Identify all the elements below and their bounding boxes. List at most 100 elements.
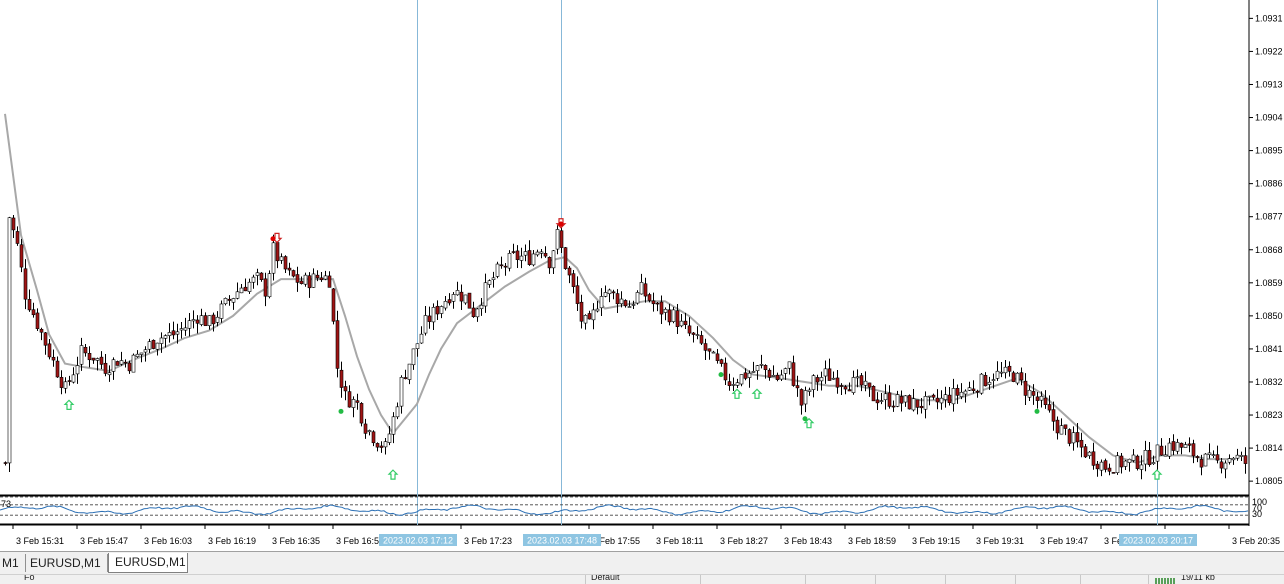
candle <box>879 392 884 405</box>
bull-candle-body <box>751 371 756 373</box>
candle <box>1059 418 1064 435</box>
bear-candle-body <box>899 396 904 404</box>
tab-eurusd-m1[interactable]: EURUSD,M1 <box>24 554 108 572</box>
candle <box>667 303 672 326</box>
bear-candle-body <box>723 362 728 381</box>
bull-candle-body <box>271 242 276 274</box>
bull-candle-body <box>551 250 556 269</box>
bull-candle-body <box>679 320 684 327</box>
bull-candle-body <box>943 394 948 400</box>
candle <box>543 246 548 258</box>
price-tick-label: 1.0877 <box>1255 212 1283 222</box>
candle <box>979 373 984 395</box>
candle <box>191 310 196 329</box>
bull-candle-body <box>923 396 928 410</box>
bull-candle-body <box>987 381 992 385</box>
candle <box>631 300 636 310</box>
candle <box>511 243 516 254</box>
bear-candle-body <box>435 305 440 315</box>
buy-arrow-icon <box>1151 469 1163 480</box>
bull-candle-body <box>487 280 492 285</box>
candle <box>551 249 556 275</box>
bear-candle-body <box>511 251 516 253</box>
bear-candle-body <box>567 267 572 276</box>
bear-candle-body <box>675 310 680 328</box>
bull-candle-body <box>1151 462 1156 465</box>
candle <box>1099 459 1104 477</box>
candle <box>827 358 832 381</box>
candle <box>255 268 260 286</box>
bull-candle-body <box>107 372 112 376</box>
time-tick-label: 3 Feb 19:15 <box>912 536 960 546</box>
bull-candle-body <box>783 368 788 374</box>
candle <box>691 331 696 343</box>
price-tick-label: 1.0886 <box>1255 179 1283 189</box>
bull-candle-body <box>215 316 220 323</box>
candle <box>1003 360 1008 379</box>
candle <box>407 363 412 385</box>
candle <box>1183 441 1188 448</box>
bear-candle-body <box>763 365 768 370</box>
buy-arrow-icon <box>731 388 743 399</box>
bull-candle-body <box>451 294 456 302</box>
candle <box>1143 440 1148 472</box>
status-traffic-text: 19/11 kb <box>1181 574 1215 582</box>
candle <box>71 367 76 384</box>
bear-candle-body <box>815 377 820 383</box>
bull-candle-body <box>423 315 428 334</box>
candle <box>155 342 160 356</box>
bear-candle-body <box>211 314 216 325</box>
bear-candle-body <box>835 377 840 388</box>
candle <box>239 284 244 294</box>
candle <box>503 262 508 276</box>
bear-candle-body <box>67 380 72 382</box>
bull-candle-body <box>995 370 1000 379</box>
bear-candle-body <box>27 299 32 311</box>
candle <box>87 346 92 368</box>
bull-candle-body <box>1167 442 1172 457</box>
candle <box>195 315 200 334</box>
price-chart[interactable]: 73 100 70 30 1.0931 1.0922 1.0913 1.0904 1.0895… <box>0 0 1284 550</box>
candle <box>1103 458 1108 473</box>
bull-candle-body <box>1003 366 1008 374</box>
candle <box>495 261 500 279</box>
candle <box>723 357 728 385</box>
bear-candle-body <box>355 400 360 403</box>
price-tick-label: 1.0931 <box>1255 13 1283 23</box>
bull-candle-body <box>255 272 260 276</box>
candle <box>651 292 656 312</box>
bear-candle-body <box>363 423 368 434</box>
candle <box>547 256 552 274</box>
bull-candle-body <box>1155 444 1160 462</box>
candle <box>1135 454 1140 471</box>
candle <box>999 362 1004 378</box>
candle <box>399 375 404 414</box>
bull-candle-body <box>191 319 196 322</box>
bull-candle-body <box>419 333 424 344</box>
candle <box>171 321 176 340</box>
price-tick-label: 1.0895 <box>1255 146 1283 156</box>
bull-candle-body <box>455 290 460 296</box>
bull-candle-body <box>1131 454 1136 461</box>
bull-candle-body <box>1211 454 1216 456</box>
candle <box>507 250 512 272</box>
bear-candle-body <box>503 265 508 268</box>
bull-candle-body <box>395 406 400 418</box>
bear-candle-body <box>291 270 296 277</box>
candle <box>1175 438 1180 455</box>
moving-average-line <box>4 113 1233 464</box>
bear-candle-body <box>227 298 232 301</box>
candle <box>1083 443 1088 459</box>
candle <box>1111 472 1116 474</box>
tab-m1[interactable]: M1 <box>0 554 26 572</box>
candle <box>115 360 120 366</box>
bear-candle-body <box>319 277 324 281</box>
bear-candle-body <box>615 293 620 305</box>
candle <box>403 369 408 380</box>
candle <box>1147 441 1152 467</box>
chart-canvas[interactable]: 73 1007030 1.09311.09221.09131.09041.0895… <box>0 0 1284 550</box>
candle <box>231 297 236 310</box>
bull-candle-body <box>595 308 600 312</box>
tab-eurusd-m1-active[interactable]: EURUSD,M1 <box>108 553 188 573</box>
bear-candle-body <box>859 375 864 386</box>
